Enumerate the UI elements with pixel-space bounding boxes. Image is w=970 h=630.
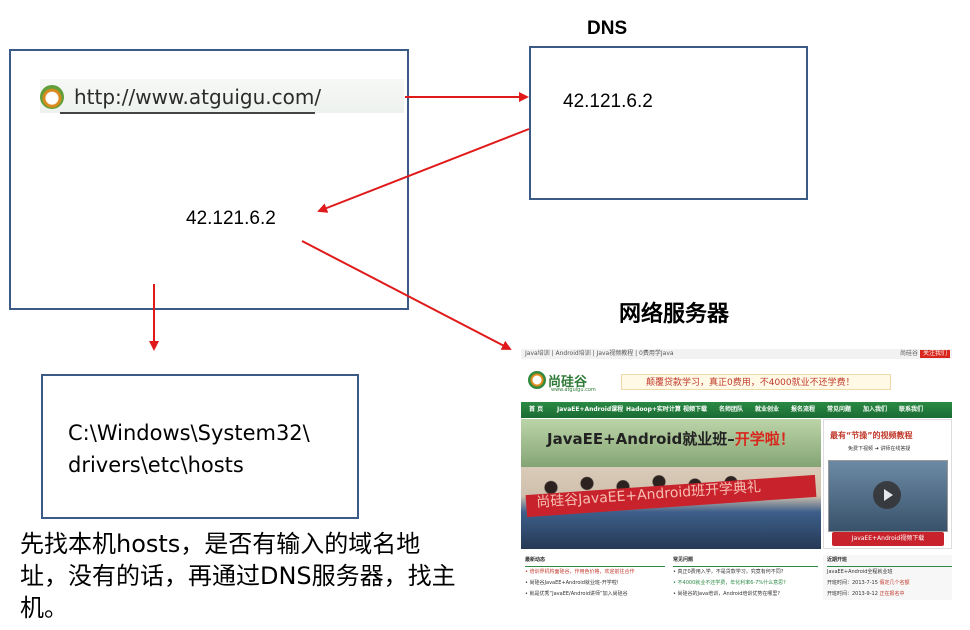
arrow-ip-to-server [301,240,512,350]
arrows-layer [149,92,530,351]
arrow-dns-to-browser [317,128,530,213]
